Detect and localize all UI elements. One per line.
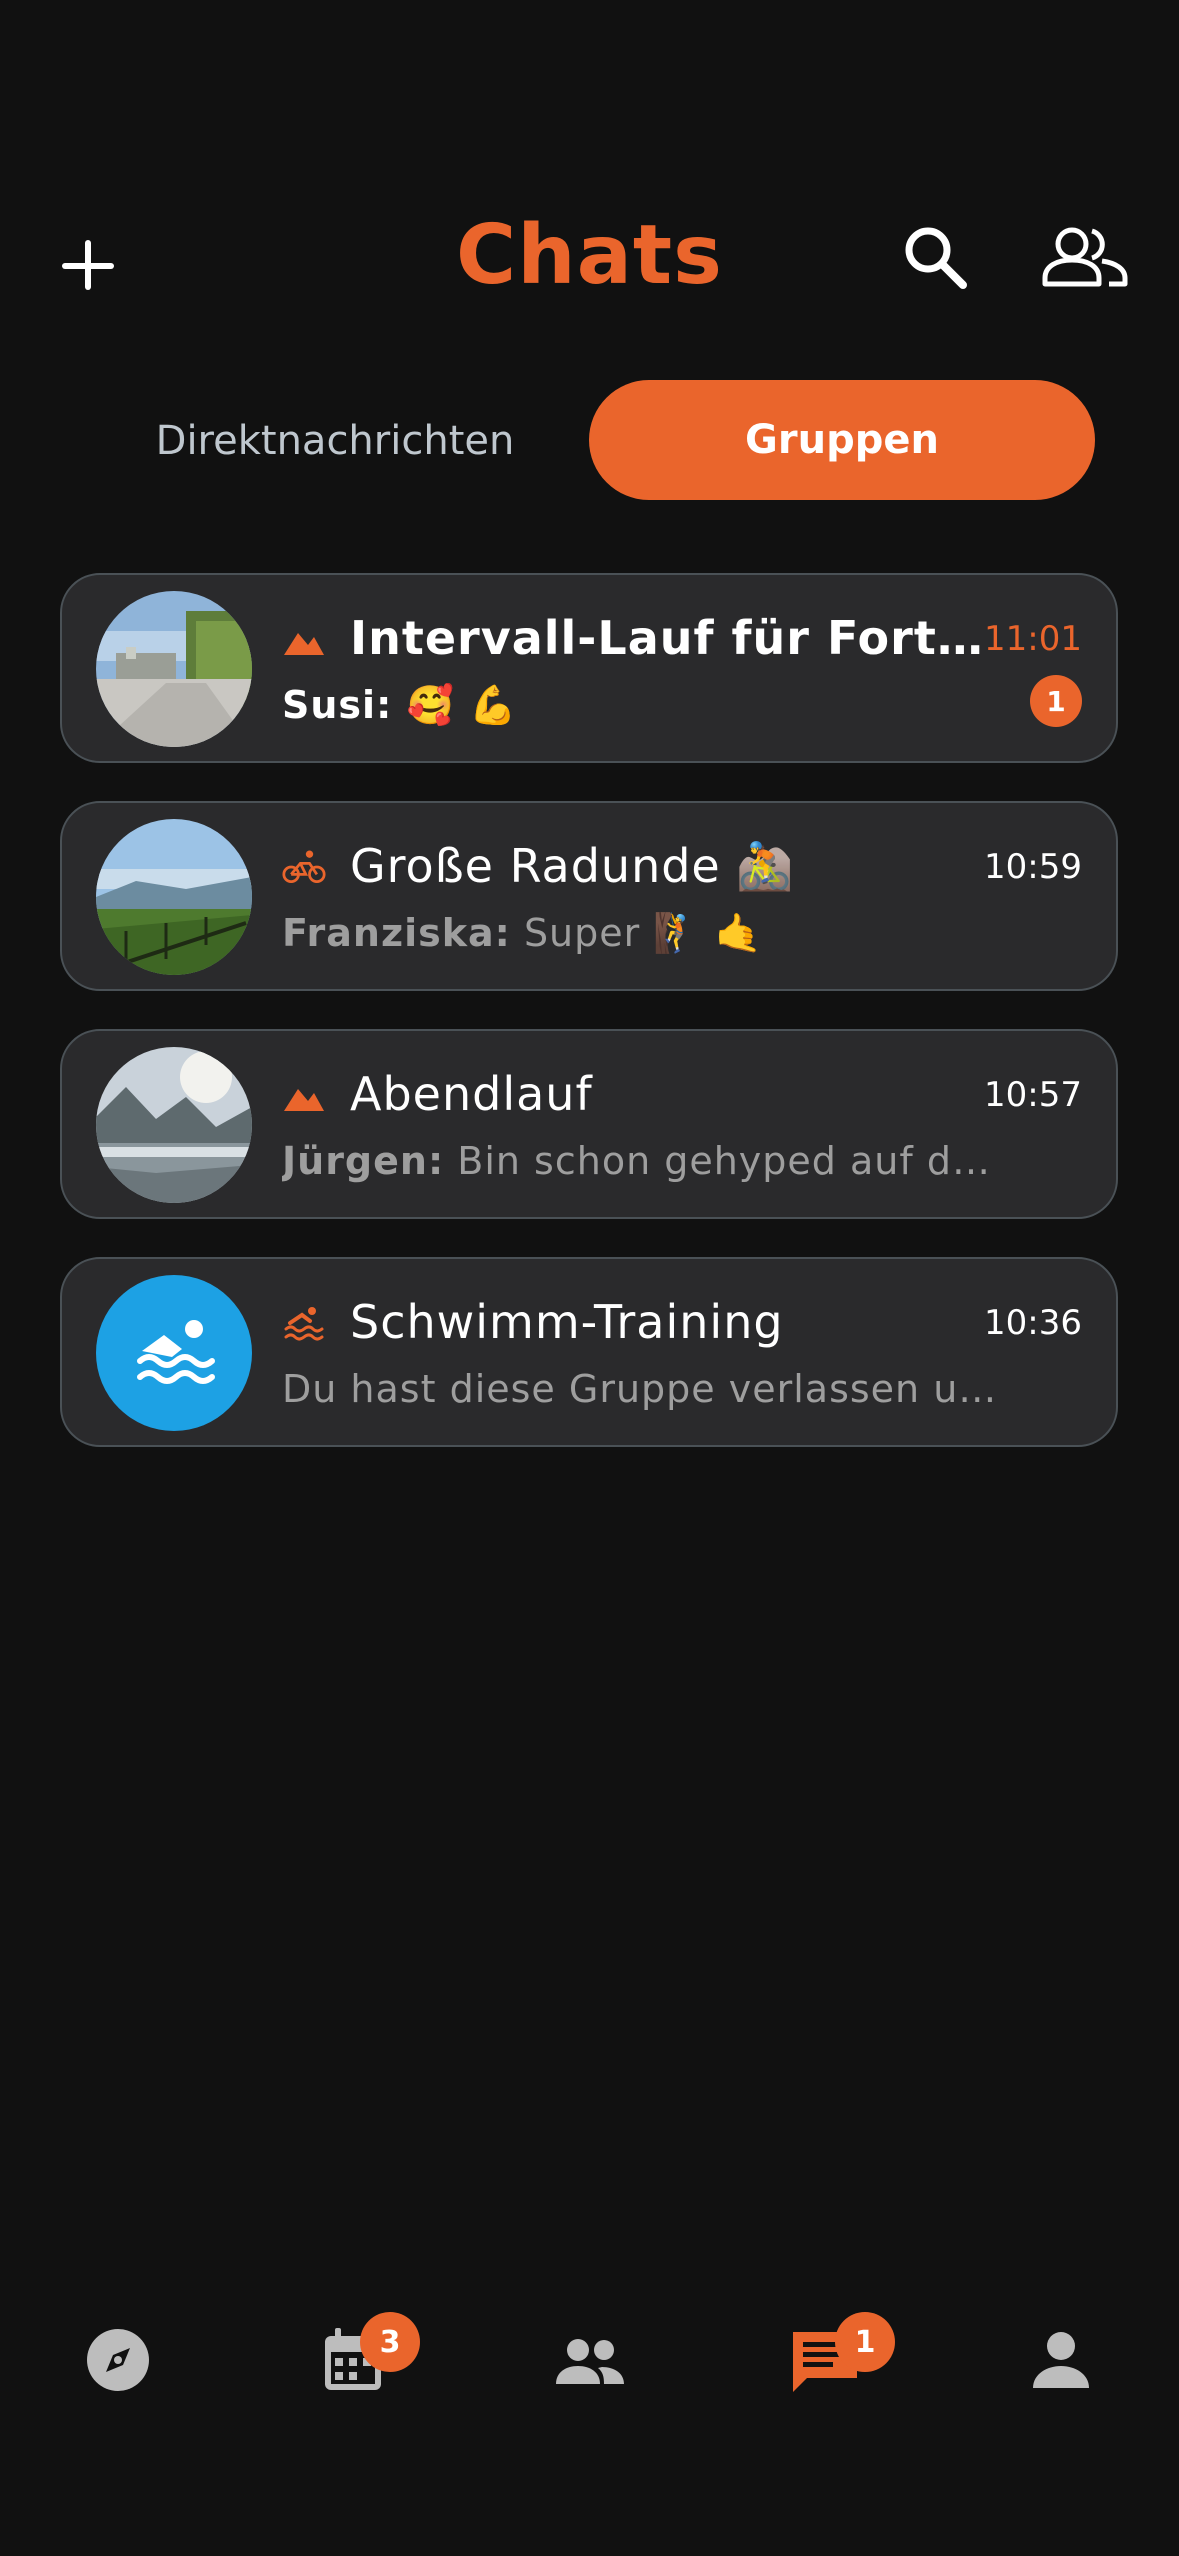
tab-direct-messages[interactable]: Direktnachrichten (90, 380, 580, 502)
chat-name: Schwimm-Training (350, 1295, 784, 1349)
chat-time: 10:59 (984, 847, 1082, 887)
chat-preview: Jürgen: Bin schon gehyped auf den Lauf h… (282, 1139, 1002, 1183)
swimming-icon (284, 1307, 324, 1341)
search-icon[interactable] (900, 222, 970, 292)
chat-time: 11:01 (984, 619, 1082, 659)
chat-sender: Susi: (282, 683, 393, 727)
group-avatar (96, 1275, 252, 1431)
chat-type-tabs: Direktnachrichten Gruppen (90, 380, 1095, 502)
chat-preview: Du hast diese Gruppe verlassen und erhäl… (282, 1367, 1002, 1411)
chat-preview: Franziska: Super 🧗 🤙 (282, 911, 1002, 956)
running-terrain-icon (284, 1089, 324, 1111)
running-terrain-icon (284, 633, 324, 655)
chat-item-schwimm-training[interactable]: Schwimm-Training 10:36 Du hast diese Gru… (60, 1257, 1118, 1447)
chat-message: Bin schon gehyped auf den Lauf heute Abe… (457, 1139, 1002, 1183)
group-icon[interactable] (550, 2320, 630, 2400)
group-avatar (96, 819, 252, 975)
group-avatar (96, 591, 252, 747)
page-title: Chats (456, 208, 723, 303)
chat-item-intervall-lauf[interactable]: Intervall-Lauf für Fortgeschrittene 11:0… (60, 573, 1118, 763)
unread-badge: 1 (1030, 675, 1082, 727)
chat-time: 10:57 (984, 1075, 1082, 1115)
bottom-navigation: 3 1 (0, 2300, 1179, 2420)
chat-name: Große Radunde 🚵 (350, 839, 795, 893)
chat-sender: Jürgen: (282, 1139, 445, 1183)
chat-badge: 1 (835, 2312, 895, 2372)
swimming-icon (137, 1320, 215, 1384)
chat-sender: Franziska: (282, 911, 511, 955)
compass-icon[interactable] (78, 2320, 158, 2400)
chat-message: 🥰 💪 (406, 683, 518, 727)
app-header: Chats (0, 200, 1179, 330)
profile-icon[interactable] (1021, 2320, 1101, 2400)
people-icon[interactable] (1040, 222, 1130, 292)
chat-item-abendlauf[interactable]: Abendlauf 10:57 Jürgen: Bin schon gehype… (60, 1029, 1118, 1219)
bicycle-icon (282, 850, 326, 884)
chat-name: Intervall-Lauf für Fortgeschrittene (350, 611, 990, 665)
chat-message: Super 🧗 🤙 (523, 911, 764, 955)
chat-preview: Susi: 🥰 💪 (282, 683, 1002, 728)
chat-name: Abendlauf (350, 1067, 593, 1121)
chat-item-grosse-radunde[interactable]: Große Radunde 🚵 10:59 Franziska: Super 🧗… (60, 801, 1118, 991)
calendar-badge: 3 (360, 2312, 420, 2372)
chat-time: 10:36 (984, 1303, 1082, 1343)
group-avatar (96, 1047, 252, 1203)
chat-message: Du hast diese Gruppe verlassen und erhäl… (282, 1367, 1002, 1411)
tab-groups[interactable]: Gruppen (589, 380, 1095, 500)
